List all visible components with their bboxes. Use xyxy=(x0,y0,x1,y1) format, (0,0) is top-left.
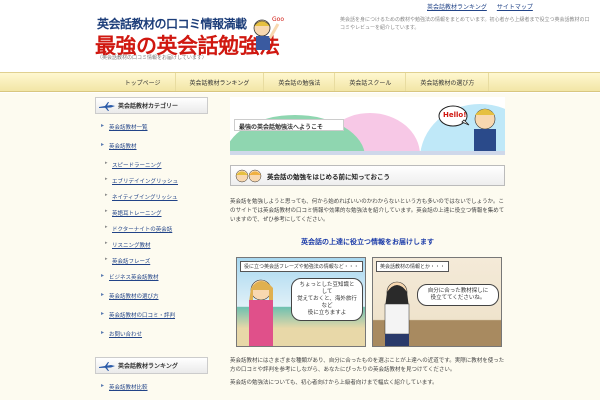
sidebar-heading-ranking: 英会話教材ランキング xyxy=(95,357,208,374)
sidebar-subitem[interactable]: ネイティブイングリッシュ xyxy=(99,192,208,201)
header-intro-text: 英会話を身につけるための教材や勉強法の情報をまとめています。初心者から上級者まで… xyxy=(340,17,590,31)
nav-item-ranking[interactable]: 英会話教材ランキング xyxy=(176,73,265,91)
main-content: 最強の英会話勉強法へようこそ Hello! 英会話の勉強をはじめる前に知っておこ… xyxy=(230,97,505,388)
sidebar-subitem[interactable]: 英語耳トレーニング xyxy=(99,208,208,217)
sidebar-item[interactable]: 英会話教材比較 xyxy=(99,382,208,391)
sidebar-subitem[interactable]: エブリデイイングリッシュ xyxy=(99,176,208,185)
sidebar-item[interactable]: お問い合わせ xyxy=(99,329,208,338)
comic-caption: 役に立つ英会話フレーズや勉強法の情報など・・・ xyxy=(240,261,363,272)
hero-banner: 最強の英会話勉強法へようこそ Hello! xyxy=(230,97,505,155)
sidebar-item-link[interactable]: リスニング教材 xyxy=(112,243,151,249)
outro-paragraph: 英会話教材にはさまざまな種類があり、自分に合ったものを選ぶことが上達への近道です… xyxy=(230,358,505,373)
sidebar-heading-categories: 英会話教材カテゴリー xyxy=(95,97,208,114)
sidebar-item-link[interactable]: 英語耳トレーニング xyxy=(112,211,162,217)
sidebar-item-link[interactable]: 英会話教材比較 xyxy=(109,385,148,391)
global-nav: トップページ 英会話教材ランキング 英会話の勉強法 英会話スクール 英会話教材の… xyxy=(0,72,600,92)
comic-panel-materials: 英会話教材の情報とか・・・ 自分に合った教材探しに 役立ててくださいね。 xyxy=(372,257,502,347)
sidebar-ranking-list: 英会話教材比較 xyxy=(95,374,208,400)
sidebar-item-link[interactable]: 英会話教材一覧 xyxy=(109,125,148,131)
sidebar-heading-label: 英会話教材カテゴリー xyxy=(118,103,179,110)
section-heading: 英会話の勉強をはじめる前に知っておこう xyxy=(230,165,505,186)
sidebar-item[interactable]: ビジネス英会話教材 xyxy=(99,272,208,281)
students-icon xyxy=(235,169,262,183)
section-heading-label: 英会話の勉強をはじめる前に知っておこう xyxy=(267,172,390,181)
sidebar-item[interactable]: 英会話教材一覧 xyxy=(99,122,208,131)
airplane-icon xyxy=(99,362,115,371)
header-link-sitemap[interactable]: サイトマップ xyxy=(497,2,533,11)
site-header: 英会話教材の口コミ情報満載 最強の英会話勉強法 Good! （英会話教材の口コミ… xyxy=(0,0,600,72)
sidebar-item-link[interactable]: ドクターナイトの英会話 xyxy=(112,227,172,233)
header-links: 英会話教材ランキング サイトマップ xyxy=(427,2,533,11)
sidebar-subitem[interactable]: ドクターナイトの英会話 xyxy=(99,224,208,233)
sidebar-subitem[interactable]: 英会話フレーズ xyxy=(99,256,208,265)
sidebar-item-link[interactable]: エブリデイイングリッシュ xyxy=(112,179,178,185)
sidebar-item-link[interactable]: 英会話教材 xyxy=(109,144,137,150)
sidebar-heading-label: 英会話教材ランキング xyxy=(118,363,178,370)
mid-title: 英会話の上達に役立つ情報をお届けします xyxy=(301,238,434,246)
sidebar-item[interactable]: 英会話教材の口コミ・評判 xyxy=(99,310,208,319)
nav-item-top[interactable]: トップページ xyxy=(111,73,176,91)
comic-bubble: ちょっとした豆知識として 覚えておくと、海外旅行など 役に立ちますよ xyxy=(291,278,363,321)
sidebar-item-link[interactable]: お問い合わせ xyxy=(109,332,142,338)
sidebar: 英会話教材カテゴリー 英会話教材一覧英会話教材スピードラーニングエブリデイイング… xyxy=(95,97,208,400)
hero-divider xyxy=(230,151,505,155)
outro-paragraph-2: 英会話の勉強法についても、初心者向けから上級者向けまで幅広く紹介しています。 xyxy=(230,380,438,386)
sidebar-item-link[interactable]: 英会話教材の選び方 xyxy=(109,294,159,300)
comic-caption: 英会話教材の情報とか・・・ xyxy=(376,261,450,272)
sidebar-item[interactable]: 英会話教材 xyxy=(99,141,208,150)
sidebar-subitem[interactable]: スピードラーニング xyxy=(99,160,208,169)
site-description: （英会話教材の口コミ情報をお届けしています） xyxy=(97,55,207,61)
nav-item-study[interactable]: 英会話の勉強法 xyxy=(264,73,336,91)
sidebar-item-link[interactable]: ネイティブイングリッシュ xyxy=(112,195,178,201)
sidebar-item-link[interactable]: スピードラーニング xyxy=(112,163,162,169)
hero-title: 最強の英会話勉強法へようこそ xyxy=(234,119,344,131)
sidebar-item[interactable]: 英会話教材の選び方 xyxy=(99,291,208,300)
sidebar-item-link[interactable]: 英会話教材の口コミ・評判 xyxy=(109,313,175,319)
sidebar-item-link[interactable]: ビジネス英会話教材 xyxy=(109,275,159,281)
airplane-icon xyxy=(99,102,115,111)
intro-paragraph: 英会話を勉強しようと思っても、何から始めればいいのかわからないという方も多いので… xyxy=(230,199,505,223)
comic-row: 役に立つ英会話フレーズや勉強法の情報など・・・ ちょっとした豆知識として 覚えて… xyxy=(230,257,505,347)
mascot-icon: Good! xyxy=(253,16,284,50)
sidebar-item-link[interactable]: 英会話フレーズ xyxy=(112,259,150,265)
page-body: 英会話教材カテゴリー 英会話教材一覧英会話教材スピードラーニングエブリデイイング… xyxy=(0,93,600,400)
header-link-ranking[interactable]: 英会話教材ランキング xyxy=(427,2,487,11)
nav-item-school[interactable]: 英会話スクール xyxy=(335,73,407,91)
girl-figure-icon xyxy=(249,279,273,346)
student-figure-icon xyxy=(384,281,410,346)
sidebar-subitem[interactable]: リスニング教材 xyxy=(99,240,208,249)
nav-item-choose[interactable]: 英会話教材の選び方 xyxy=(406,73,490,91)
comic-panel-phrases: 役に立つ英会話フレーズや勉強法の情報など・・・ ちょっとした豆知識として 覚えて… xyxy=(236,257,366,347)
sidebar-category-list: 英会話教材一覧英会話教材スピードラーニングエブリデイイングリッシュネイティブイン… xyxy=(95,114,208,355)
comic-bubble: 自分に合った教材探しに 役立ててくださいね。 xyxy=(417,284,499,306)
hero-bubble-text: Hello! xyxy=(443,111,467,119)
svg-text:Good!: Good! xyxy=(272,16,284,23)
